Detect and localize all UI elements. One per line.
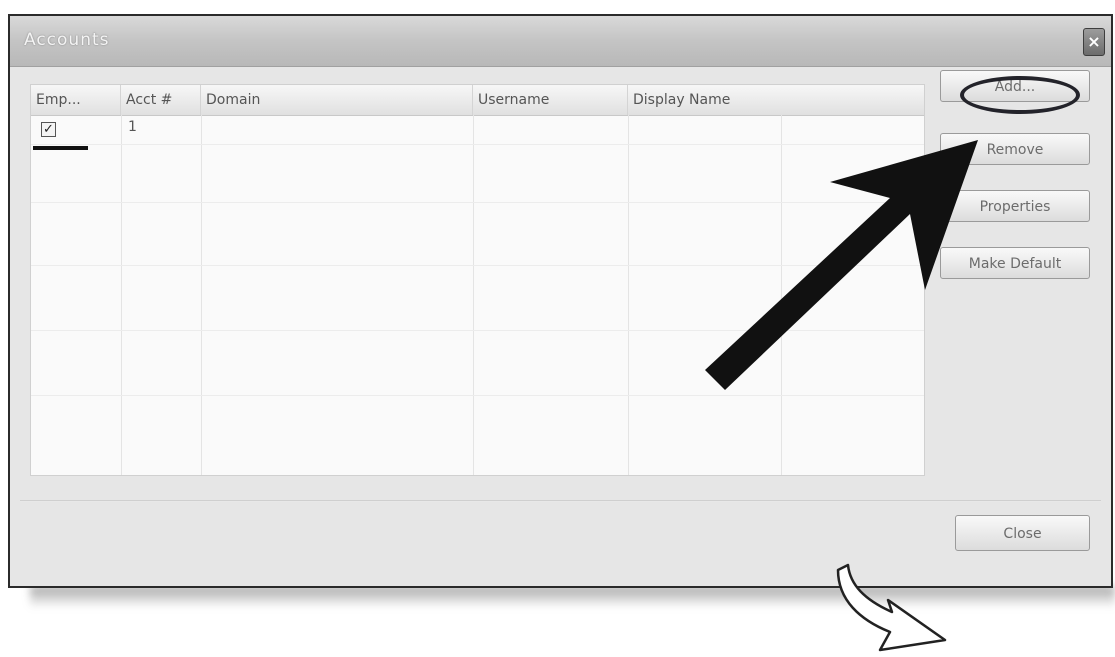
row-divider <box>31 330 924 331</box>
column-header-username[interactable]: Username <box>473 85 628 115</box>
close-window-button[interactable]: × <box>1083 28 1105 56</box>
column-divider <box>121 115 122 475</box>
make-default-button[interactable]: Make Default <box>940 247 1090 279</box>
column-divider <box>628 115 629 475</box>
row-divider <box>31 265 924 266</box>
column-divider <box>781 115 782 475</box>
column-header-display-name[interactable]: Display Name <box>628 85 924 115</box>
dialog-shadow <box>30 586 1115 608</box>
column-header-domain[interactable]: Domain <box>201 85 473 115</box>
row-divider <box>31 144 924 145</box>
footer-separator <box>20 500 1101 502</box>
enabled-checkbox[interactable]: ✓ <box>41 122 56 137</box>
add-button[interactable]: Add... <box>940 70 1090 102</box>
row-divider <box>31 202 924 203</box>
underline-mark <box>33 146 88 150</box>
row-divider <box>31 395 924 396</box>
accounts-list: Emp... Acct # Domain Username Display Na… <box>30 84 925 476</box>
acct-number-cell: 1 <box>128 119 137 135</box>
column-header-enabled[interactable]: Emp... <box>31 85 121 115</box>
properties-button[interactable]: Properties <box>940 190 1090 222</box>
list-header: Emp... Acct # Domain Username Display Na… <box>31 85 924 116</box>
table-row[interactable]: ✓ 1 <box>31 116 924 150</box>
column-divider <box>473 115 474 475</box>
column-header-acct[interactable]: Acct # <box>121 85 201 115</box>
dialog-title: Accounts <box>24 30 110 50</box>
close-button[interactable]: Close <box>955 515 1090 551</box>
title-bar: Accounts × <box>10 16 1111 67</box>
column-divider <box>201 115 202 475</box>
remove-button[interactable]: Remove <box>940 133 1090 165</box>
